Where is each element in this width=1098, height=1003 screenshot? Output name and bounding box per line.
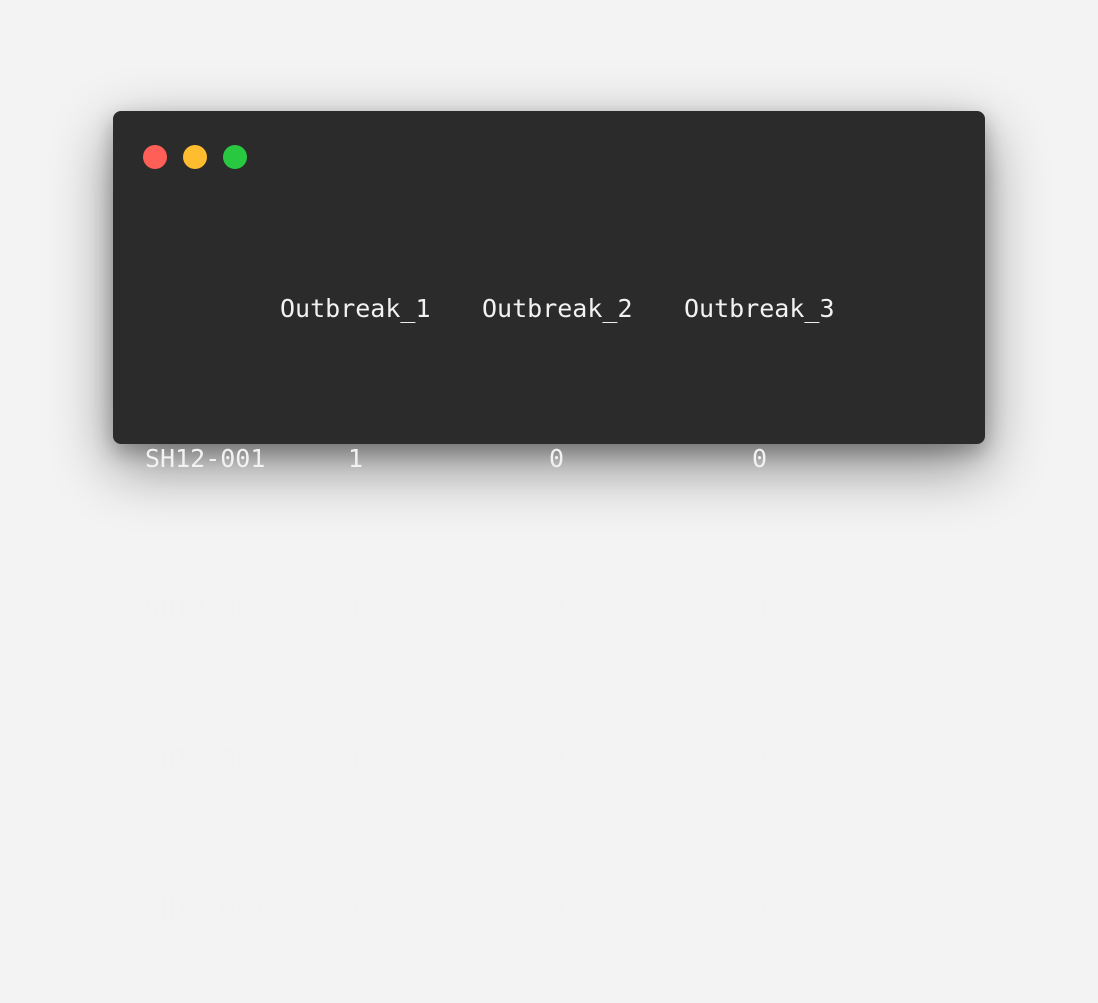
minimize-window-button[interactable] <box>183 145 207 169</box>
table-row: SH12-002 1 0 0 <box>145 590 835 628</box>
table-row: SH12-004 1 0 0 <box>145 890 835 928</box>
row-label: SH12-004 <box>145 894 266 923</box>
table-row: SH12-001 1 0 0 <box>145 440 835 478</box>
row-label: SH12-002 <box>145 594 266 623</box>
column-header: Outbreak_3 <box>684 294 835 323</box>
terminal-window: Outbreak_1 Outbreak_2 Outbreak_3 SH12-001 1… <box>113 111 985 923</box>
cell-value: 1 <box>348 594 364 623</box>
column-header: Outbreak_1 <box>280 294 431 323</box>
cell-value: 0 <box>752 444 768 473</box>
cell-value: 0 <box>549 594 565 623</box>
cell-value: 0 <box>549 744 565 773</box>
cell-value: 1 <box>348 744 364 773</box>
cell-value: 0 <box>549 894 565 923</box>
close-window-button[interactable] <box>143 145 167 169</box>
cell-value: 1 <box>348 894 364 923</box>
dataframe-output: Outbreak_1 Outbreak_2 Outbreak_3 SH12-001 1… <box>145 215 835 1003</box>
cell-value: 1 <box>348 444 364 473</box>
table-row: SH12-003 1 0 0 <box>145 740 835 778</box>
maximize-window-button[interactable] <box>223 145 247 169</box>
header-row: Outbreak_1 Outbreak_2 Outbreak_3 <box>145 290 835 328</box>
cell-value: 0 <box>752 744 768 773</box>
cell-value: 0 <box>752 594 768 623</box>
cell-value: 0 <box>549 444 565 473</box>
row-label: SH12-003 <box>145 744 266 773</box>
cell-value: 0 <box>752 894 768 923</box>
row-label: SH12-001 <box>145 444 266 473</box>
column-header: Outbreak_2 <box>482 294 633 323</box>
